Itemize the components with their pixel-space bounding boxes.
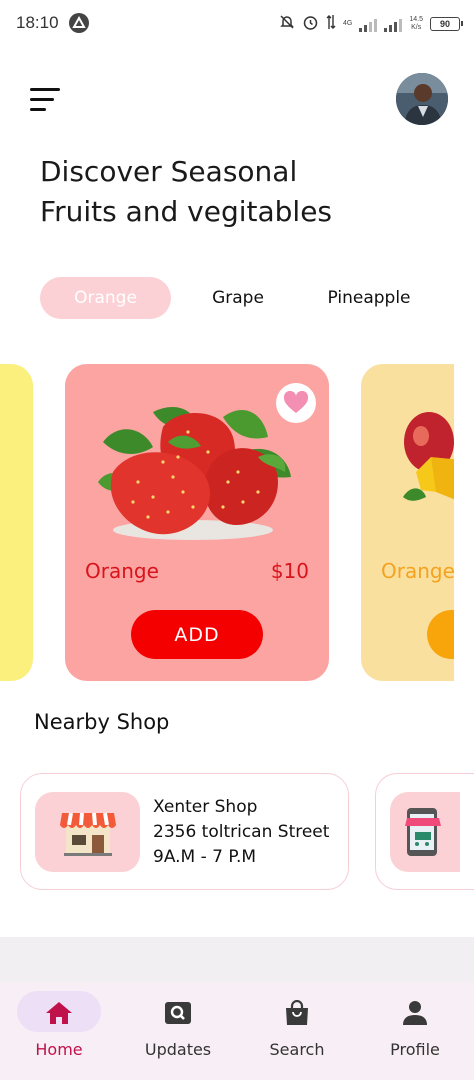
nav-profile-label: Profile	[390, 1040, 440, 1059]
nav-updates-label: Updates	[144, 1040, 212, 1059]
product-name: Orange	[85, 559, 159, 583]
nearby-shop-title: Nearby Shop	[34, 710, 170, 734]
nav-home-label: Home	[35, 1040, 83, 1059]
alarm-icon	[302, 14, 319, 35]
product-card-previous[interactable]	[0, 364, 33, 681]
page-title: Discover Seasonal Fruits and vegitables	[40, 152, 440, 232]
tab-grape[interactable]: Grape	[190, 277, 286, 319]
content-footer-band	[0, 937, 474, 982]
signal-icon	[359, 16, 378, 32]
notifications-off-icon	[279, 14, 295, 34]
shop-card-next[interactable]	[375, 773, 474, 890]
nav-search[interactable]: Search	[247, 982, 347, 1080]
net-speed: 14.5 K/s	[409, 16, 423, 31]
tab-orange[interactable]: Orange	[40, 277, 171, 319]
updates-icon	[165, 1002, 191, 1024]
status-time: 18:10	[16, 13, 59, 32]
status-icons: 4G 14.5 K/s 90	[279, 12, 463, 36]
app-notification-icon	[69, 13, 89, 33]
online-shop-icon	[390, 792, 460, 872]
signal-icon-2	[384, 16, 403, 32]
mango-image	[403, 412, 454, 501]
battery-icon: 90	[430, 17, 463, 31]
hamburger-menu-icon[interactable]	[30, 86, 64, 114]
add-to-cart-button-next[interactable]	[427, 610, 454, 659]
shop-hours: 9A.M - 7 P.M	[153, 847, 257, 867]
status-bar: 18:10 4G 14.5 K/s 90	[0, 0, 474, 48]
nav-home[interactable]: Home	[9, 982, 109, 1080]
product-price: $10	[270, 559, 309, 583]
storefront-icon	[35, 792, 140, 872]
product-name-next: Orange	[381, 559, 454, 583]
shop-address: 2356 toltrican Street	[153, 822, 330, 842]
person-icon	[403, 1001, 427, 1025]
nav-profile[interactable]: Profile	[365, 982, 465, 1080]
product-card[interactable]: Orange $10 ADD	[65, 364, 329, 681]
avatar[interactable]	[396, 73, 448, 125]
home-icon	[46, 1002, 72, 1024]
add-to-cart-button[interactable]: ADD	[131, 610, 263, 659]
shop-card[interactable]: Xenter Shop 2356 toltrican Street 9A.M -…	[20, 773, 349, 890]
shop-name: Xenter Shop	[153, 797, 258, 817]
shopping-bag-icon	[286, 1000, 308, 1025]
bottom-navigation: Home Updates Search Profile	[0, 982, 474, 1080]
page-title-line2: Fruits and vegitables	[40, 195, 333, 228]
nav-updates[interactable]: Updates	[128, 982, 228, 1080]
data-transfer-icon	[326, 14, 336, 34]
nav-search-label: Search	[269, 1040, 325, 1059]
strawberries-image	[98, 407, 291, 540]
network-type: 4G	[343, 20, 353, 27]
page-title-line1: Discover Seasonal	[40, 155, 298, 188]
tab-pineapple[interactable]: Pineapple	[314, 277, 424, 319]
product-card-next[interactable]: Orange	[361, 364, 454, 681]
